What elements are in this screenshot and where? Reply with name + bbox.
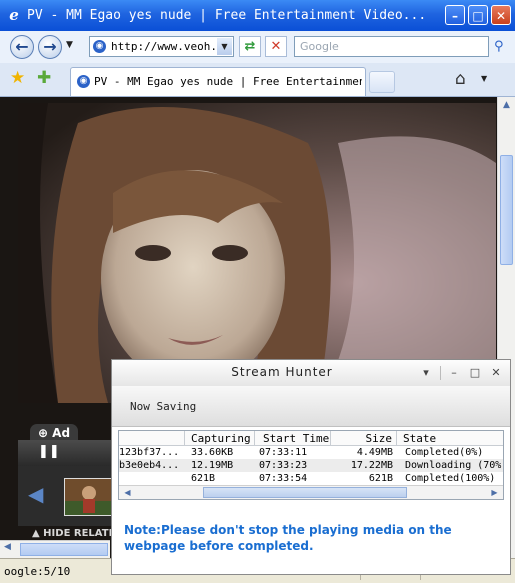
related-filmstrip: ◀ bbox=[18, 466, 113, 526]
vertical-scroll-thumb[interactable] bbox=[500, 155, 513, 265]
search-input[interactable]: Google bbox=[294, 36, 489, 57]
home-icon[interactable]: ⌂ bbox=[455, 69, 466, 89]
column-header-capturing[interactable]: Capturing bbox=[185, 431, 255, 446]
minimize-button[interactable]: – bbox=[445, 5, 465, 25]
now-saving-label: Now Saving bbox=[130, 400, 197, 413]
table-scroll-thumb[interactable] bbox=[203, 487, 407, 498]
close-button[interactable]: ✕ bbox=[491, 5, 511, 25]
status-text: oogle:5/10 bbox=[4, 565, 71, 578]
history-dropdown-icon[interactable]: ▼ bbox=[66, 40, 73, 50]
window-titlebar[interactable]: e PV - MM Egao yes nude | Free Entertain… bbox=[0, 0, 515, 31]
pause-icon[interactable]: ❚❚ bbox=[38, 444, 60, 459]
row-size: 17.22MB bbox=[350, 460, 393, 471]
minimize-button[interactable]: – bbox=[446, 365, 462, 381]
column-header-start-time[interactable]: Start Time bbox=[255, 431, 331, 446]
stream-hunter-title: Stream Hunter bbox=[231, 365, 333, 379]
page-favicon-icon: ◉ bbox=[93, 40, 106, 53]
title-divider bbox=[440, 366, 441, 380]
horizontal-scrollbar[interactable]: ◀ bbox=[0, 540, 110, 558]
row-state: Completed(100%) bbox=[405, 473, 496, 484]
scroll-up-icon[interactable]: ▲ bbox=[500, 97, 513, 113]
warning-note: Note:Please don't stop the playing media… bbox=[124, 523, 452, 553]
maximize-button[interactable]: □ bbox=[468, 5, 488, 25]
maximize-button[interactable]: □ bbox=[467, 365, 483, 381]
row-capturing: 621B bbox=[191, 473, 216, 484]
stream-hunter-window: Stream Hunter ▾ – □ ✕ Now Saving Capturi… bbox=[111, 359, 511, 575]
address-dropdown-icon[interactable]: ▼ bbox=[217, 38, 232, 55]
row-start-time: 07:33:23 bbox=[259, 460, 308, 471]
forward-button[interactable]: → bbox=[38, 35, 62, 59]
column-header-name[interactable] bbox=[119, 431, 185, 446]
row-name: b3e0eb4... bbox=[119, 460, 180, 471]
navigation-bar: ← → ▼ ◉ http://www.veoh.com ▼ ⇄ ✕ Google… bbox=[0, 31, 515, 64]
search-icon[interactable]: ⚲ bbox=[494, 39, 504, 54]
tab-label: PV - MM Egao yes nude | Free Entertainme… bbox=[94, 75, 362, 88]
row-state: Downloading (70%) bbox=[405, 460, 504, 471]
favorites-star-icon[interactable]: ★ bbox=[10, 68, 25, 88]
row-name: 123bf37... bbox=[119, 447, 180, 458]
previous-arrow-icon[interactable]: ◀ bbox=[28, 482, 43, 506]
row-start-time: 07:33:11 bbox=[259, 447, 308, 458]
row-state: Completed(0%) bbox=[405, 447, 484, 458]
tab-bar: ★ ✚ ◉ PV - MM Egao yes nude | Free Enter… bbox=[0, 63, 515, 97]
column-header-state[interactable]: State bbox=[397, 431, 503, 446]
video-image bbox=[18, 103, 496, 403]
tab-active[interactable]: ◉ PV - MM Egao yes nude | Free Entertain… bbox=[70, 67, 366, 96]
address-text[interactable]: http://www.veoh.com bbox=[111, 40, 215, 53]
new-tab-button[interactable] bbox=[369, 71, 395, 93]
tab-favicon-icon: ◉ bbox=[77, 75, 90, 88]
back-button[interactable]: ← bbox=[10, 35, 34, 59]
ie-logo-icon: e bbox=[9, 6, 19, 24]
scroll-right-icon[interactable]: ▶ bbox=[488, 486, 501, 499]
row-start-time: 07:33:54 bbox=[259, 473, 308, 484]
stream-hunter-titlebar[interactable]: Stream Hunter ▾ – □ ✕ bbox=[112, 360, 510, 387]
thumbnail-image bbox=[65, 479, 111, 515]
row-capturing: 33.60KB bbox=[191, 447, 234, 458]
horizontal-scroll-thumb[interactable] bbox=[20, 543, 108, 556]
ad-label: Ad bbox=[52, 426, 71, 440]
menu-dropdown-icon[interactable]: ▾ bbox=[418, 365, 434, 381]
window-title: PV - MM Egao yes nude | Free Entertainme… bbox=[27, 8, 427, 23]
hide-related-link[interactable]: ▲ HIDE RELATE bbox=[32, 528, 115, 539]
row-size: 621B bbox=[368, 473, 393, 484]
row-size: 4.49MB bbox=[356, 447, 393, 458]
scroll-left-icon[interactable]: ◀ bbox=[4, 542, 11, 552]
player-control-bar: ❚❚ bbox=[18, 440, 113, 466]
column-header-size[interactable]: Size bbox=[331, 431, 397, 446]
home-dropdown-icon[interactable]: ▼ bbox=[481, 74, 487, 83]
related-video-thumbnail[interactable] bbox=[64, 478, 112, 516]
close-button[interactable]: ✕ bbox=[488, 365, 504, 381]
status-band: Now Saving bbox=[112, 386, 510, 427]
video-frame[interactable] bbox=[18, 103, 496, 403]
address-bar[interactable]: ◉ http://www.veoh.com ▼ bbox=[89, 36, 234, 57]
hide-related-label: HIDE RELATE bbox=[43, 528, 116, 539]
capture-table[interactable]: Capturing Start Time Size State 123bf37.… bbox=[118, 430, 504, 500]
row-name bbox=[119, 472, 183, 485]
table-row[interactable]: b3e0eb4... 12.19MB 07:33:23 17.22MB Down… bbox=[119, 459, 504, 472]
row-capturing: 12.19MB bbox=[191, 460, 234, 471]
table-horizontal-scrollbar[interactable]: ◀ ▶ bbox=[119, 485, 503, 499]
stop-icon[interactable]: ✕ bbox=[265, 36, 287, 57]
add-favorite-icon[interactable]: ✚ bbox=[37, 68, 51, 88]
refresh-icon[interactable]: ⇄ bbox=[239, 36, 261, 57]
scroll-left-icon[interactable]: ◀ bbox=[121, 486, 134, 499]
